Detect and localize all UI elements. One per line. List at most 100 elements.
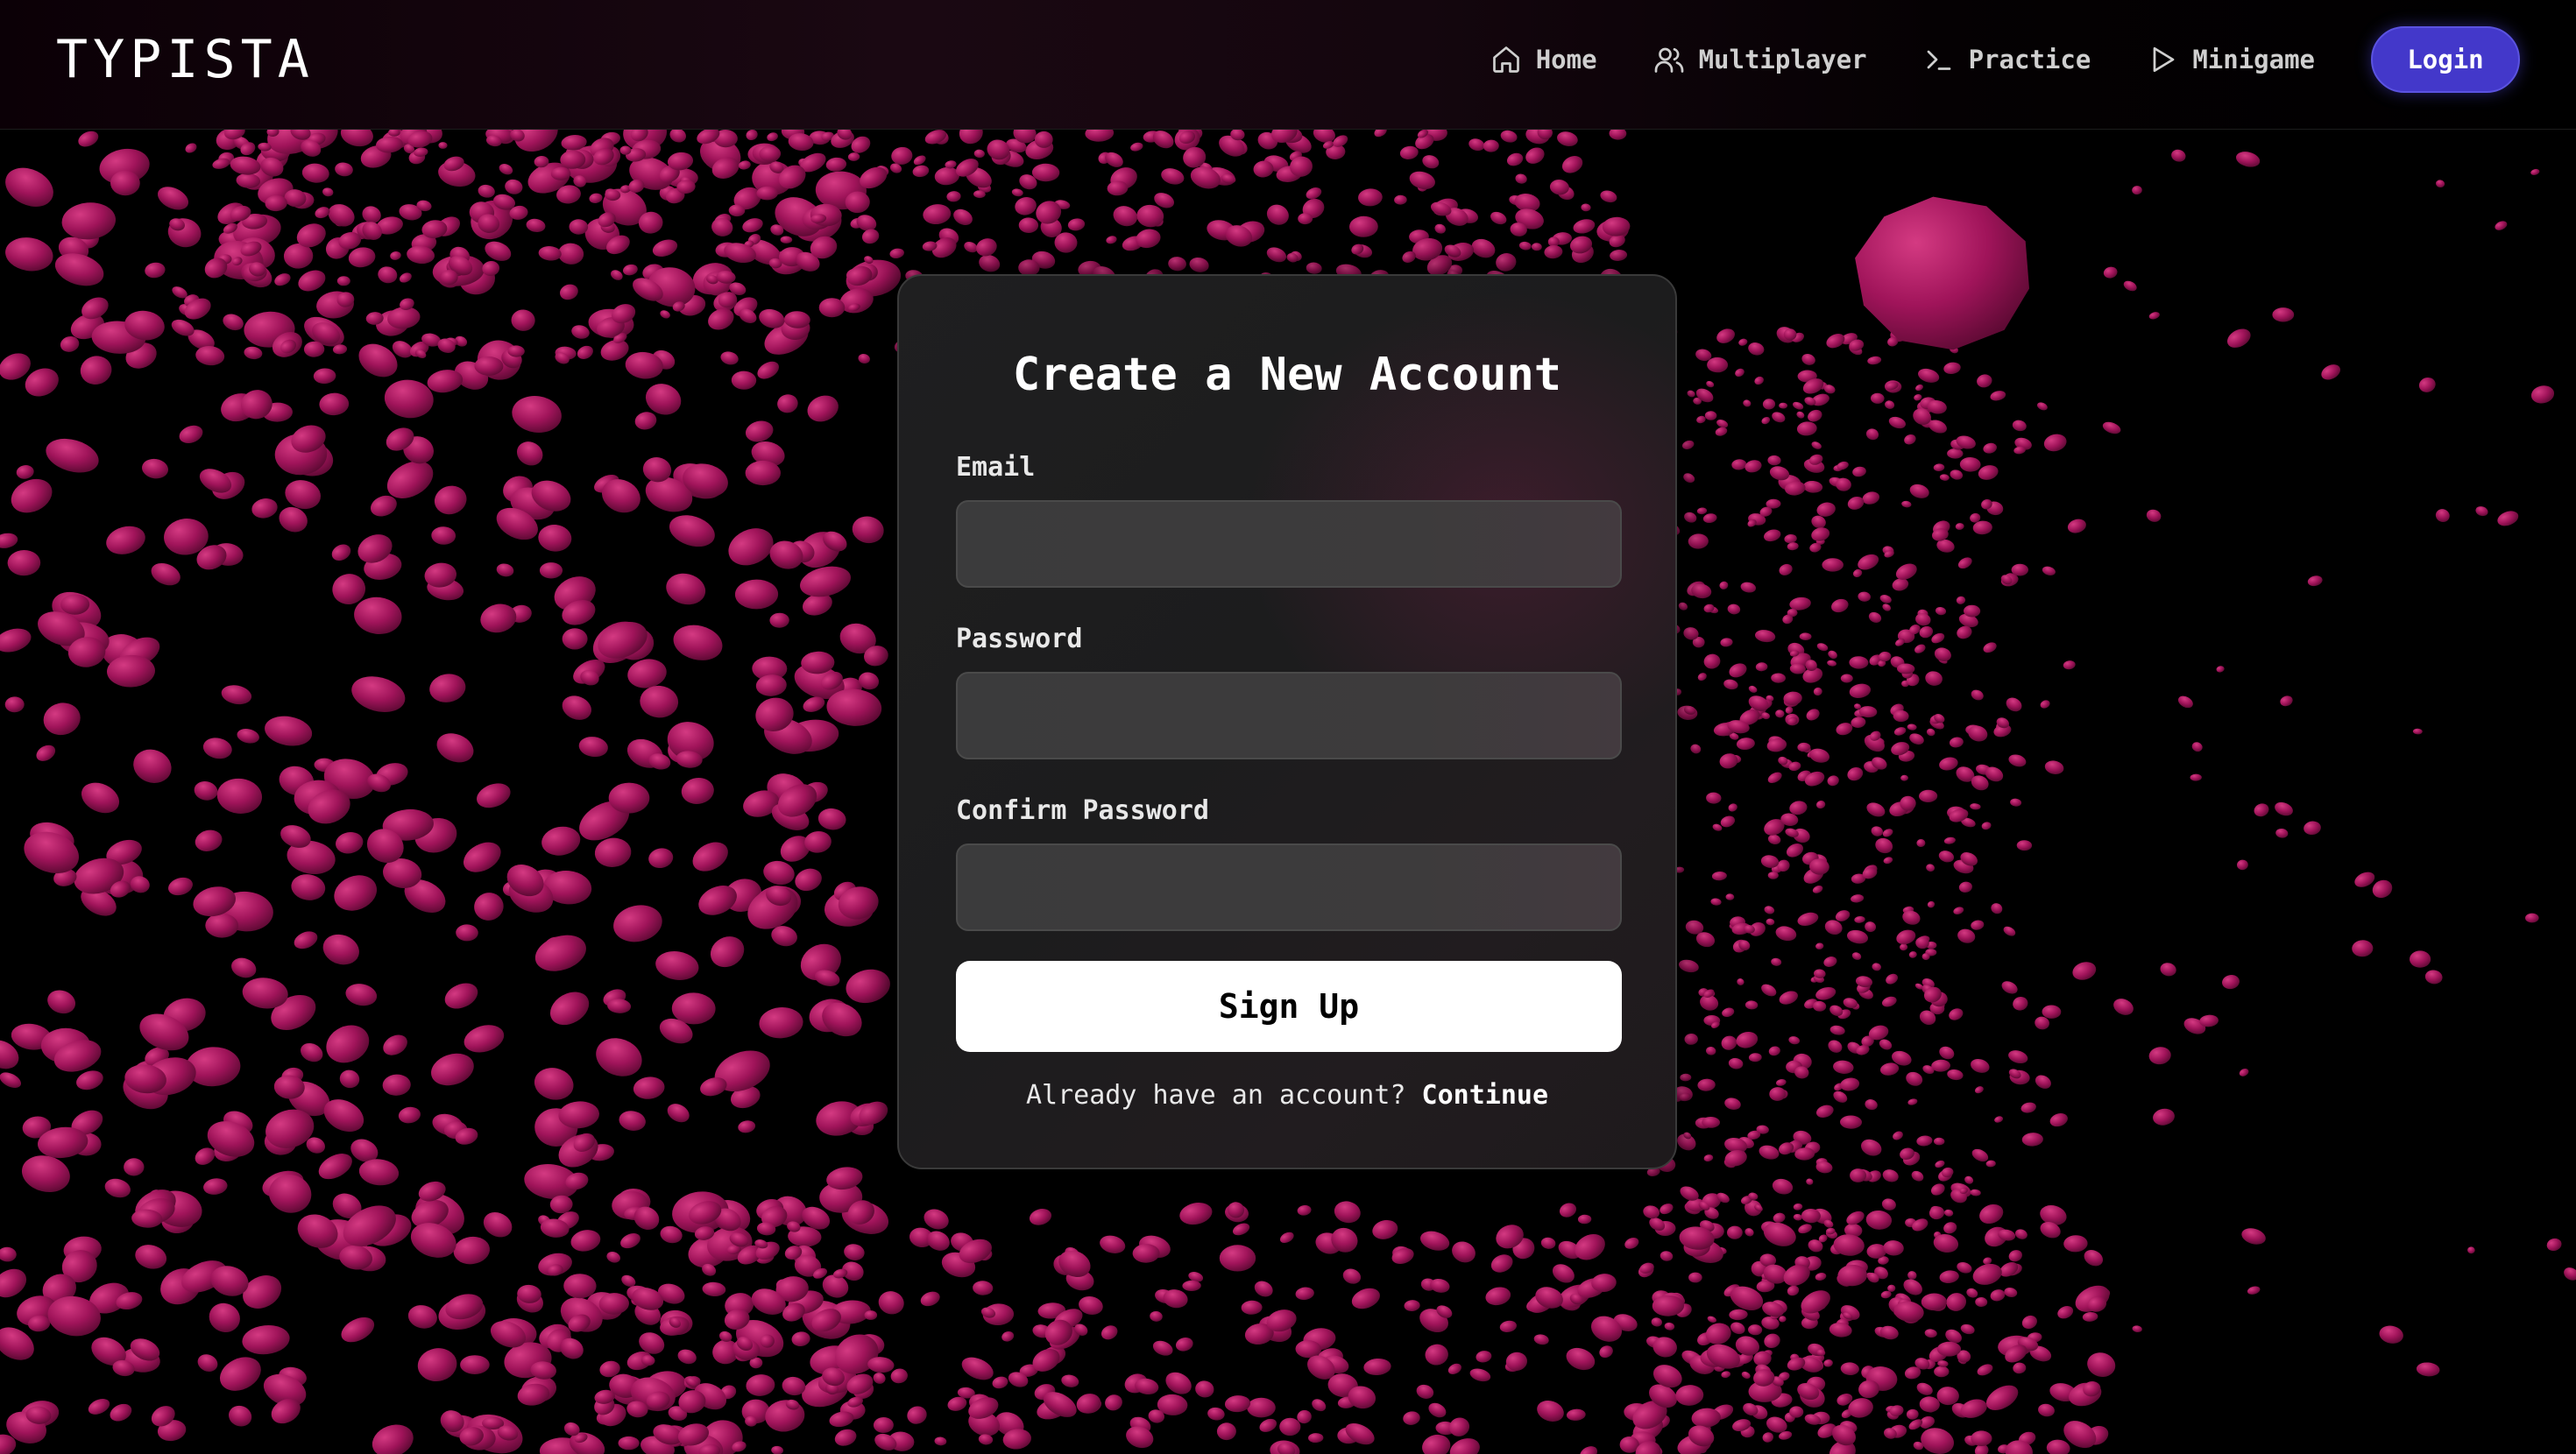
particle	[873, 1416, 894, 1434]
particle	[1152, 131, 1174, 149]
particle	[1559, 1203, 1577, 1218]
particle	[16, 465, 34, 479]
particle	[291, 874, 326, 900]
particle	[1404, 1300, 1420, 1312]
particle	[1828, 1040, 1843, 1053]
particle	[1865, 1210, 1893, 1230]
particle	[43, 702, 81, 736]
nav-minigame[interactable]: Minigame	[2147, 44, 2315, 75]
particle	[2247, 1286, 2261, 1295]
particle	[2497, 511, 2519, 526]
particle	[1926, 864, 1936, 872]
particle	[1731, 459, 1747, 470]
nav-multiplayer[interactable]: Multiplayer	[1653, 44, 1867, 75]
particle	[1744, 460, 1762, 473]
particle	[2530, 168, 2540, 175]
particle	[2001, 981, 2018, 994]
particle	[1897, 663, 1915, 674]
particle	[2049, 1113, 2068, 1127]
nav-practice[interactable]: Practice	[1923, 44, 2091, 75]
particle	[1761, 416, 1771, 425]
logo[interactable]: TYPISTA	[56, 28, 315, 91]
sign-up-button[interactable]: Sign Up	[956, 961, 1622, 1052]
particle	[1766, 918, 1775, 926]
particle	[1771, 957, 1782, 966]
particle	[483, 1212, 513, 1238]
nav-minigame-label: Minigame	[2192, 45, 2315, 74]
particle	[1907, 1098, 1918, 1105]
particle	[1540, 1237, 1556, 1249]
login-button[interactable]: Login	[2371, 26, 2520, 93]
particle	[1452, 1241, 1476, 1263]
particle	[2063, 660, 2076, 670]
particle	[1711, 871, 1727, 881]
particle	[1422, 155, 1440, 169]
particle	[322, 187, 334, 197]
particle	[1956, 596, 1966, 604]
particle	[1557, 131, 1578, 146]
particle	[2016, 840, 2033, 851]
particle	[1939, 757, 1958, 771]
particle	[606, 1252, 620, 1263]
particle	[577, 345, 593, 359]
continue-link[interactable]: Continue	[1422, 1080, 1549, 1111]
particle	[1921, 1428, 1954, 1454]
particle	[795, 868, 822, 892]
particle	[516, 441, 543, 466]
particle	[538, 246, 562, 261]
particle	[1947, 448, 1964, 459]
particle	[767, 132, 778, 142]
particle	[511, 309, 535, 331]
particle	[1748, 685, 1758, 693]
particle	[1939, 1270, 1959, 1283]
particle	[1764, 906, 1775, 914]
particle	[197, 1354, 218, 1372]
particle	[2113, 999, 2134, 1015]
particle	[710, 936, 745, 968]
particle	[1933, 463, 1945, 472]
particle	[1544, 244, 1563, 259]
particle	[78, 131, 99, 147]
particle	[1979, 1203, 2004, 1225]
particle	[702, 1281, 726, 1297]
particle	[1893, 1131, 1903, 1140]
particle	[2036, 402, 2048, 411]
particle	[1858, 591, 1871, 602]
email-field[interactable]	[956, 500, 1622, 588]
large-particle	[1855, 196, 2029, 350]
particle	[1761, 984, 1777, 997]
particle	[1476, 1351, 1492, 1363]
particle	[1881, 996, 1897, 1007]
particle	[1525, 147, 1545, 164]
particle	[1879, 595, 1892, 603]
nav-home[interactable]: Home	[1490, 44, 1597, 75]
particle	[322, 934, 359, 965]
particle	[620, 1233, 640, 1249]
particle	[889, 248, 904, 259]
confirm-password-field[interactable]	[956, 843, 1622, 931]
particle	[2475, 506, 2488, 517]
particle	[613, 905, 662, 942]
particle	[1710, 898, 1722, 906]
particle	[1759, 1145, 1780, 1160]
particle	[1688, 1272, 1702, 1283]
particle	[0, 1268, 27, 1298]
particle	[1850, 1168, 1867, 1182]
particle	[1161, 168, 1185, 185]
particle	[1152, 1340, 1173, 1356]
particle	[558, 243, 584, 265]
password-field[interactable]	[956, 672, 1622, 759]
particle	[478, 184, 495, 198]
particle	[1706, 1046, 1716, 1055]
particle	[1660, 1251, 1674, 1261]
particle	[2436, 180, 2445, 188]
particle	[873, 1373, 886, 1384]
particle	[1736, 738, 1755, 751]
particle	[1939, 1046, 1955, 1060]
particle	[1715, 427, 1728, 436]
particle	[1126, 1426, 1154, 1449]
particle	[1871, 826, 1884, 836]
particle	[655, 951, 699, 980]
particle	[2191, 742, 2203, 752]
particle	[1840, 1077, 1860, 1091]
